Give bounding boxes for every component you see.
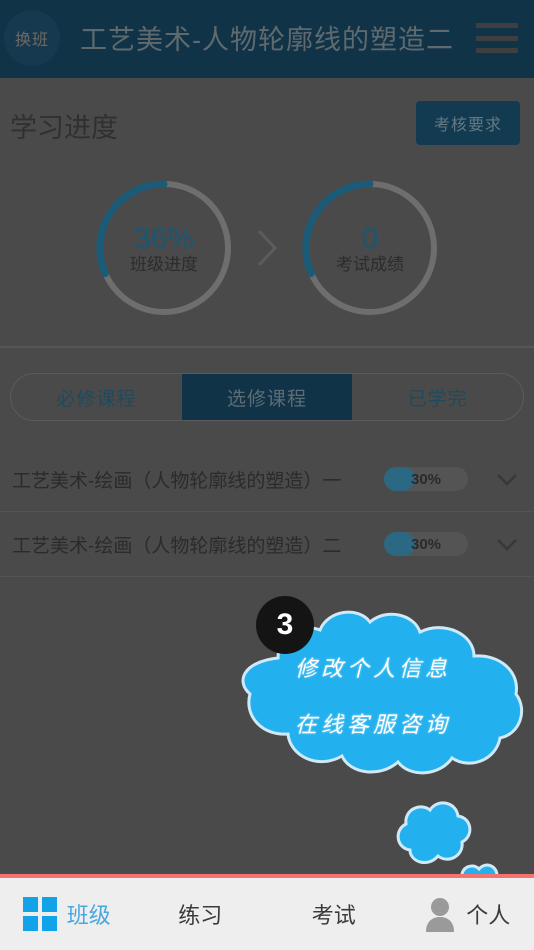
switch-class-label: 换班 (14, 32, 49, 49)
exam-requirement-button[interactable]: 考核要求 (416, 101, 520, 145)
progress-card: 学习进度 考核要求 36% 班级进度 0 考试成绩 (0, 78, 534, 348)
donut-label: 考试成绩 (336, 254, 404, 274)
coachmark-tooltip[interactable]: 3 修改个人信息 在线客服咨询 (208, 596, 534, 907)
donut-center-text: 0 考试成绩 (296, 174, 444, 322)
chevron-right-svg (257, 229, 278, 267)
switch-class-button[interactable]: 换班 (4, 10, 60, 66)
donut-class-progress: 36% 班级进度 (90, 174, 238, 322)
grid-square (22, 916, 38, 931)
chevron-right-icon (238, 174, 296, 322)
chevron-down-icon[interactable] (494, 531, 520, 557)
donut-value: 0 (361, 221, 379, 255)
grid-square (41, 897, 57, 912)
course-name: 工艺美术-绘画（人物轮廓线的塑造）二 (12, 535, 342, 557)
nav-label-practice: 练习 (178, 903, 223, 928)
page-title: 工艺美术-人物轮廓线的塑造二 (80, 25, 454, 55)
donut-value: 36% (133, 221, 195, 255)
coachmark-step-badge: 3 (256, 596, 314, 654)
hamburger-menu-icon[interactable] (476, 20, 518, 56)
tab-completed-courses[interactable]: 已学完 (352, 374, 523, 420)
coachmark-text: 修改个人信息 在线客服咨询 (208, 642, 534, 754)
grid-squares-icon (22, 897, 57, 931)
nav-label-personal: 个人 (466, 903, 511, 928)
cloud-tail-large (396, 801, 472, 865)
cloud-bubble-shape (241, 610, 524, 775)
progress-percent-text: 30% (410, 535, 442, 553)
course-name: 工艺美术-绘画（人物轮廓线的塑造）一 (12, 470, 342, 492)
course-row[interactable]: 工艺美术-绘画（人物轮廓线的塑造）二 30% (0, 512, 534, 577)
hamburger-bar (476, 35, 518, 41)
coachmark-line-1: 修改个人信息 (294, 657, 451, 682)
nav-item-practice[interactable]: 练习 (134, 898, 268, 930)
donut-center-text: 36% 班级进度 (90, 174, 238, 322)
course-progress-pill: 30% (384, 467, 468, 491)
app-root: 换班 工艺美术-人物轮廓线的塑造二 学习进度 考核要求 36% 班级进度 0 考… (0, 0, 534, 950)
grid-square (41, 916, 57, 931)
nav-item-class[interactable]: 班级 (0, 897, 134, 931)
hamburger-bar (476, 23, 518, 28)
nav-label-class: 班级 (66, 903, 111, 928)
progress-donuts: 36% 班级进度 0 考试成绩 (0, 174, 534, 322)
chevron-down-svg (497, 539, 517, 551)
nav-item-exam[interactable]: 考试 (267, 898, 401, 930)
hamburger-bar (476, 48, 518, 53)
progress-percent-text: 30% (410, 470, 442, 488)
donut-label: 班级进度 (130, 254, 198, 274)
course-type-tabs: 必修课程 选修课程 已学完 (10, 373, 524, 421)
tab-required-courses[interactable]: 必修课程 (11, 374, 182, 420)
chevron-down-icon[interactable] (494, 466, 520, 492)
course-progress-pill: 30% (384, 532, 468, 556)
course-row[interactable]: 工艺美术-绘画（人物轮廓线的塑造）一 30% (0, 447, 534, 512)
section-title: 学习进度 (10, 113, 118, 143)
chevron-down-svg (497, 474, 517, 486)
person-icon (426, 898, 455, 932)
nav-item-personal[interactable]: 个人 (401, 896, 534, 932)
donut-exam-score: 0 考试成绩 (296, 174, 444, 322)
app-header: 换班 工艺美术-人物轮廓线的塑造二 (0, 0, 534, 78)
nav-label-exam: 考试 (311, 903, 356, 928)
tab-elective-courses[interactable]: 选修课程 (181, 374, 353, 420)
course-list: 工艺美术-绘画（人物轮廓线的塑造）一 30% 工艺美术-绘画（人物轮廓线的塑造）… (0, 447, 534, 577)
bottom-navigation-bar: 班级 练习 考试 个人 (0, 874, 534, 950)
coachmark-line-2: 在线客服咨询 (294, 713, 451, 738)
grid-square (22, 897, 38, 912)
